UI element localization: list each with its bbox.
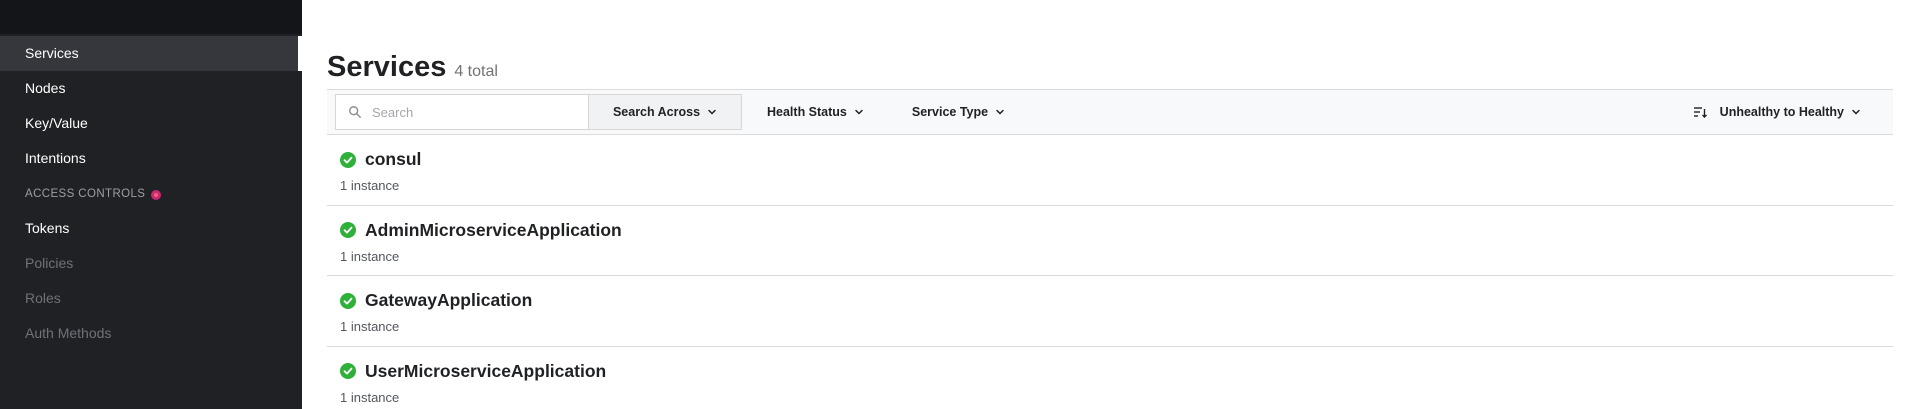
service-header: AdminMicroserviceApplication xyxy=(340,220,622,241)
health-status-filter[interactable]: Health Status xyxy=(767,94,864,130)
service-row[interactable]: GatewayApplication 1 instance xyxy=(327,276,1893,347)
main-content: Services 4 total Search Across Health St… xyxy=(327,0,1905,409)
chevron-down-icon xyxy=(1852,109,1860,115)
passing-check-icon xyxy=(340,292,356,309)
search-icon xyxy=(349,106,361,118)
sidebar-nav: Services Nodes Key/Value Intentions ACCE… xyxy=(0,36,302,351)
instance-count: 1 instance xyxy=(340,389,400,405)
passing-check-icon xyxy=(340,222,356,238)
service-name-link[interactable]: UserMicroserviceApplication xyxy=(365,361,606,382)
search-box xyxy=(335,94,589,130)
sidebar: Services Nodes Key/Value Intentions ACCE… xyxy=(0,0,302,409)
sidebar-item-tokens[interactable]: Tokens xyxy=(0,211,302,246)
page-header: Services 4 total xyxy=(327,51,498,84)
health-status-label: Health Status xyxy=(767,105,847,119)
chevron-down-icon xyxy=(855,109,863,115)
sidebar-item-services[interactable]: Services xyxy=(0,36,302,71)
passing-check-icon xyxy=(340,363,356,379)
sort-label: Unhealthy to Healthy xyxy=(1719,105,1844,119)
service-name-link[interactable]: GatewayApplication xyxy=(365,290,532,311)
search-across-label: Search Across xyxy=(612,105,701,119)
page-title: Services xyxy=(327,51,447,83)
app-root: Services Nodes Key/Value Intentions ACCE… xyxy=(0,0,1905,409)
service-name-link[interactable]: consul xyxy=(365,149,421,170)
sidebar-item-roles: Roles xyxy=(25,290,61,306)
access-controls-section: ACCESS CONTROLS xyxy=(0,176,302,211)
service-header: consul xyxy=(340,149,421,170)
instance-count: 1 instance xyxy=(340,248,400,264)
instance-count: 1 instance xyxy=(340,319,400,334)
search-input[interactable] xyxy=(372,104,572,120)
sidebar-item-policies: Policies xyxy=(25,255,74,271)
service-header: GatewayApplication xyxy=(340,290,532,311)
sidebar-item-auth-methods: Auth Methods xyxy=(25,325,112,341)
sidebar-header xyxy=(0,0,302,34)
service-count: 4 total xyxy=(454,63,498,80)
access-controls-label: ACCESS CONTROLS xyxy=(25,187,146,200)
service-name-link[interactable]: AdminMicroserviceApplication xyxy=(365,220,622,241)
service-type-filter[interactable]: Service Type xyxy=(912,94,1005,130)
service-type-label: Service Type xyxy=(911,105,989,119)
service-header: UserMicroserviceApplication xyxy=(340,361,606,382)
sort-dropdown[interactable]: Unhealthy to Healthy xyxy=(1693,90,1861,134)
acl-status-icon xyxy=(151,189,162,200)
sidebar-item-intentions[interactable]: Intentions xyxy=(0,141,302,176)
passing-check-icon xyxy=(340,151,356,168)
instance-count: 1 instance xyxy=(340,178,400,193)
search-across-button[interactable]: Search Across xyxy=(589,94,742,130)
filter-toolbar: Search Across Health Status Service Type xyxy=(327,89,1893,135)
service-list: consul 1 instance AdminMicroserviceAppli… xyxy=(327,135,1893,409)
chevron-down-icon xyxy=(996,109,1004,115)
sort-icon xyxy=(1693,107,1707,118)
service-row[interactable]: UserMicroserviceApplication 1 instance xyxy=(327,347,1893,409)
chevron-down-icon xyxy=(708,109,716,115)
sidebar-item-key-value[interactable]: Key/Value xyxy=(0,106,302,141)
service-row[interactable]: AdminMicroserviceApplication 1 instance xyxy=(327,206,1893,276)
sidebar-item-nodes[interactable]: Nodes xyxy=(0,71,302,106)
service-row[interactable]: consul 1 instance xyxy=(327,135,1893,206)
